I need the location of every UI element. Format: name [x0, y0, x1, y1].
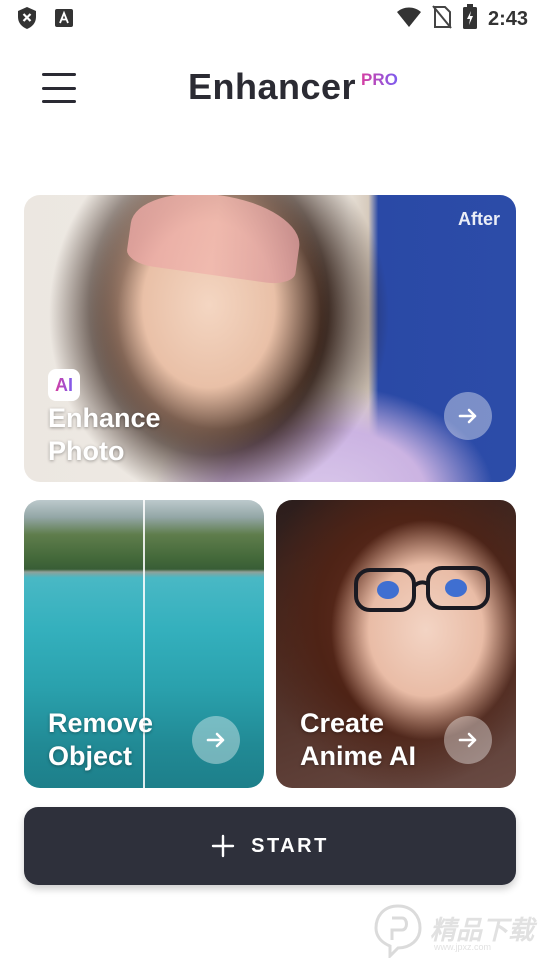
no-sim-icon	[432, 5, 452, 34]
watermark-logo-icon	[374, 904, 422, 960]
anime-glasses	[354, 566, 490, 612]
wifi-icon	[396, 6, 422, 33]
enhance-photo-card[interactable]: After AI Enhance Photo	[24, 195, 516, 482]
arrow-right-icon	[458, 408, 477, 424]
remove-object-card[interactable]: Remove Object	[24, 500, 264, 788]
create-anime-label: Create Anime AI	[300, 708, 417, 771]
app-title: Enhancer	[188, 66, 357, 107]
font-icon	[54, 8, 74, 33]
battery-charging-icon	[462, 4, 478, 35]
start-label: START	[251, 834, 329, 857]
arrow-right-icon	[206, 732, 225, 748]
arrow-right-icon	[458, 732, 477, 748]
status-time: 2:43	[487, 8, 528, 30]
anime-arrow-button[interactable]	[444, 716, 492, 764]
remove-object-label: Remove Object	[48, 708, 154, 771]
enhance-arrow-button[interactable]	[444, 392, 492, 440]
menu-bar	[42, 73, 76, 76]
start-button[interactable]: START	[24, 807, 516, 885]
ai-badge: AI	[48, 369, 80, 401]
watermark: 精品下载 www.jpxz.com	[372, 902, 538, 960]
shield-icon	[16, 6, 38, 35]
photo-headband	[125, 195, 305, 287]
menu-bar	[42, 100, 76, 103]
remove-arrow-button[interactable]	[192, 716, 240, 764]
watermark-url: www.jpxz.com	[434, 942, 492, 952]
enhance-photo-label: Enhance Photo	[48, 403, 161, 466]
hamburger-menu-icon[interactable]	[42, 70, 78, 106]
menu-bar	[42, 86, 76, 90]
pro-badge: PRO	[361, 70, 398, 89]
status-bar: 2:43	[0, 0, 540, 36]
plus-icon	[211, 834, 235, 858]
create-anime-card[interactable]: Create Anime AI	[276, 500, 516, 788]
after-label: After	[457, 209, 500, 229]
